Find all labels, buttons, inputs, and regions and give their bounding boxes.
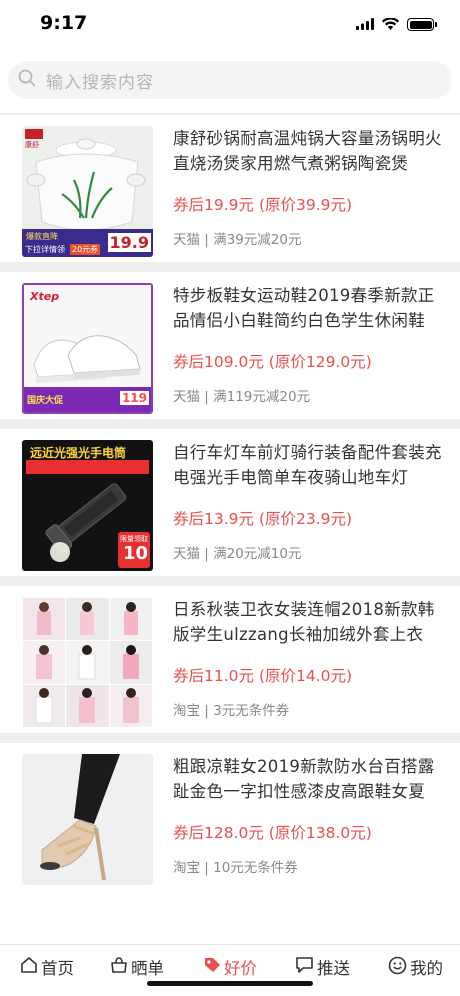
product-price: 券后13.9元 (原价23.9元) bbox=[173, 510, 353, 528]
product-price: 券后109.0元 (原价129.0元) bbox=[173, 353, 372, 371]
tab-home[interactable]: 首页 bbox=[20, 955, 74, 979]
product-price: 券后128.0元 (原价138.0元) bbox=[173, 824, 372, 842]
product-meta: 天猫 | 满119元减20元 bbox=[173, 389, 311, 405]
product-image-coupon: 10 bbox=[123, 543, 149, 564]
product-title[interactable]: 粗跟凉鞋女2019新款防水台百搭露趾金色一字扣性感漆皮高跟鞋女夏 bbox=[173, 754, 445, 804]
home-icon bbox=[20, 956, 38, 978]
bag-icon bbox=[110, 956, 128, 978]
product-price: 券后11.0元 (原价14.0元) bbox=[173, 667, 353, 685]
product-meta: 淘宝 | 10元无条件券 bbox=[173, 860, 298, 876]
status-icons bbox=[356, 15, 437, 34]
product-image-brand: Xtep bbox=[30, 290, 60, 303]
tab-push[interactable]: 推送 bbox=[295, 955, 350, 979]
product-meta: 天猫 | 满20元减10元 bbox=[173, 546, 302, 562]
tab-label: 晒单 bbox=[131, 959, 164, 978]
search-input[interactable]: 输入搜索内容 bbox=[46, 68, 154, 93]
tab-label: 我的 bbox=[410, 959, 443, 978]
product-image[interactable]: 康舒 爆款直降 下拉详情领 20元券 19.9 bbox=[22, 126, 153, 257]
product-image-promo-band: 爆款直降 下拉详情领 20元券 19.9 bbox=[22, 229, 153, 257]
product-title[interactable]: 特步板鞋女运动鞋2019春季新款正品情侣小白鞋简约白色学生休闲鞋 bbox=[173, 283, 445, 333]
product-image[interactable]: Xtep 国庆大促 119 bbox=[22, 283, 153, 414]
product-image-price: 119 bbox=[119, 391, 149, 405]
tag-icon bbox=[203, 956, 221, 978]
product-meta: 天猫 | 满39元减20元 bbox=[173, 232, 302, 248]
tab-bar: 首页 晒单 好价 推送 我的 bbox=[0, 944, 460, 996]
product-image[interactable] bbox=[22, 754, 153, 885]
smiley-icon bbox=[388, 956, 407, 979]
status-bar: 9:17 bbox=[0, 0, 460, 50]
product-card[interactable]: 日系秋装卫衣女装连帽2018新款韩版学生ulzzang长袖加绒外套上衣 券后11… bbox=[0, 576, 460, 733]
status-time: 9:17 bbox=[40, 12, 88, 34]
tab-label: 推送 bbox=[317, 959, 350, 978]
product-card[interactable]: 康舒 爆款直降 下拉详情领 20元券 19.9 康舒砂锅耐高温炖锅大容量汤锅明火… bbox=[0, 113, 460, 262]
product-image[interactable]: 远近光强光手电筒 限量领取 10 bbox=[22, 440, 153, 571]
product-title[interactable]: 日系秋装卫衣女装连帽2018新款韩版学生ulzzang长袖加绒外套上衣 bbox=[173, 597, 445, 647]
battery-icon bbox=[407, 18, 437, 31]
search-icon bbox=[18, 69, 36, 91]
product-title[interactable]: 自行车灯车前灯骑行装备配件套装充电强光手电筒单车夜骑山地车灯 bbox=[173, 440, 445, 490]
product-title[interactable]: 康舒砂锅耐高温炖锅大容量汤锅明火直烧汤煲家用燃气煮粥锅陶瓷煲 bbox=[173, 126, 445, 176]
wifi-icon bbox=[382, 15, 399, 34]
tab-deals[interactable]: 好价 bbox=[203, 955, 257, 979]
product-list: 康舒 爆款直降 下拉详情领 20元券 19.9 康舒砂锅耐高温炖锅大容量汤锅明火… bbox=[0, 113, 460, 890]
product-meta: 淘宝 | 3元无条件券 bbox=[173, 703, 290, 719]
search-bar[interactable]: 输入搜索内容 bbox=[8, 61, 452, 99]
tab-label: 好价 bbox=[224, 959, 257, 978]
product-image-promo: 国庆大促 bbox=[27, 396, 64, 406]
product-image-brand: 康舒 bbox=[25, 141, 39, 149]
product-card[interactable]: Xtep 国庆大促 119 特步板鞋女运动鞋2019春季新款正品情侣小白鞋简约白… bbox=[0, 262, 460, 419]
product-card[interactable]: 粗跟凉鞋女2019新款防水台百搭露趾金色一字扣性感漆皮高跟鞋女夏 券后128.0… bbox=[0, 733, 460, 890]
tab-mine[interactable]: 我的 bbox=[388, 955, 443, 979]
chat-icon bbox=[295, 956, 314, 978]
signal-icon bbox=[356, 15, 374, 34]
product-image[interactable] bbox=[22, 597, 153, 728]
product-card[interactable]: 远近光强光手电筒 限量领取 10 自行车灯车前灯骑行装备配件套装充电强光手电筒单… bbox=[0, 419, 460, 576]
product-image-banner: 远近光强光手电筒 bbox=[30, 446, 127, 460]
home-indicator bbox=[147, 981, 313, 986]
tab-label: 首页 bbox=[41, 959, 74, 978]
product-price: 券后19.9元 (原价39.9元) bbox=[173, 196, 353, 214]
tab-share[interactable]: 晒单 bbox=[110, 955, 164, 979]
